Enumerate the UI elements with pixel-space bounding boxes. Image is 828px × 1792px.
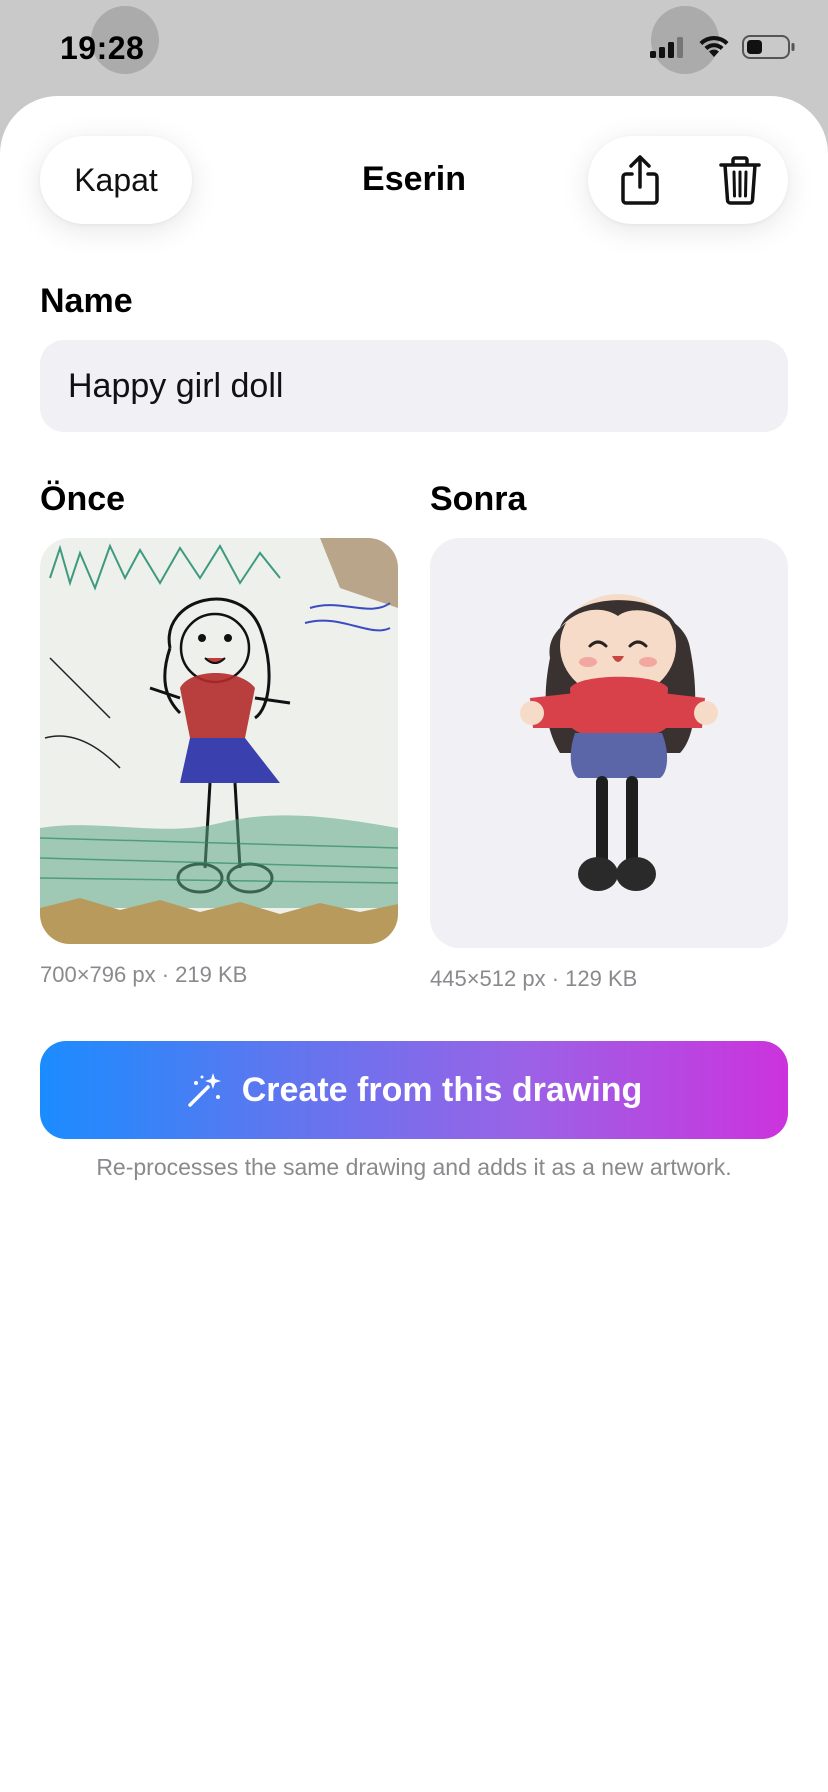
share-button[interactable] <box>610 150 670 210</box>
name-label: Name <box>40 282 133 320</box>
create-hint-text: Re-processes the same drawing and adds i… <box>96 1154 732 1180</box>
trash-icon <box>719 156 761 205</box>
original-drawing-image[interactable] <box>40 538 398 944</box>
name-input[interactable]: Happy girl doll <box>40 340 788 432</box>
cellular-signal-icon <box>650 37 683 58</box>
create-button-label: Create from this drawing <box>241 1070 643 1109</box>
create-from-drawing-button[interactable]: Create from this drawing <box>40 1041 788 1139</box>
delete-button[interactable] <box>710 150 770 210</box>
status-icons <box>650 34 796 60</box>
original-image-meta: 700×796 px · 219 KB <box>40 962 248 987</box>
generated-doll-image[interactable] <box>430 538 788 948</box>
wifi-icon <box>699 35 729 57</box>
share-icon <box>621 155 659 205</box>
after-label: Sonra <box>430 480 527 518</box>
status-bar: 19:28 <box>0 0 828 96</box>
magic-wand-icon <box>187 1073 221 1107</box>
before-label: Önce <box>40 480 126 518</box>
action-group <box>588 136 788 224</box>
generated-image-meta: 445×512 px · 129 KB <box>430 966 638 991</box>
artwork-detail-sheet: Kapat Eserin Name Happy girl doll Önce S… <box>0 96 828 1792</box>
battery-icon <box>742 35 795 59</box>
status-time: 19:28 <box>60 30 145 66</box>
